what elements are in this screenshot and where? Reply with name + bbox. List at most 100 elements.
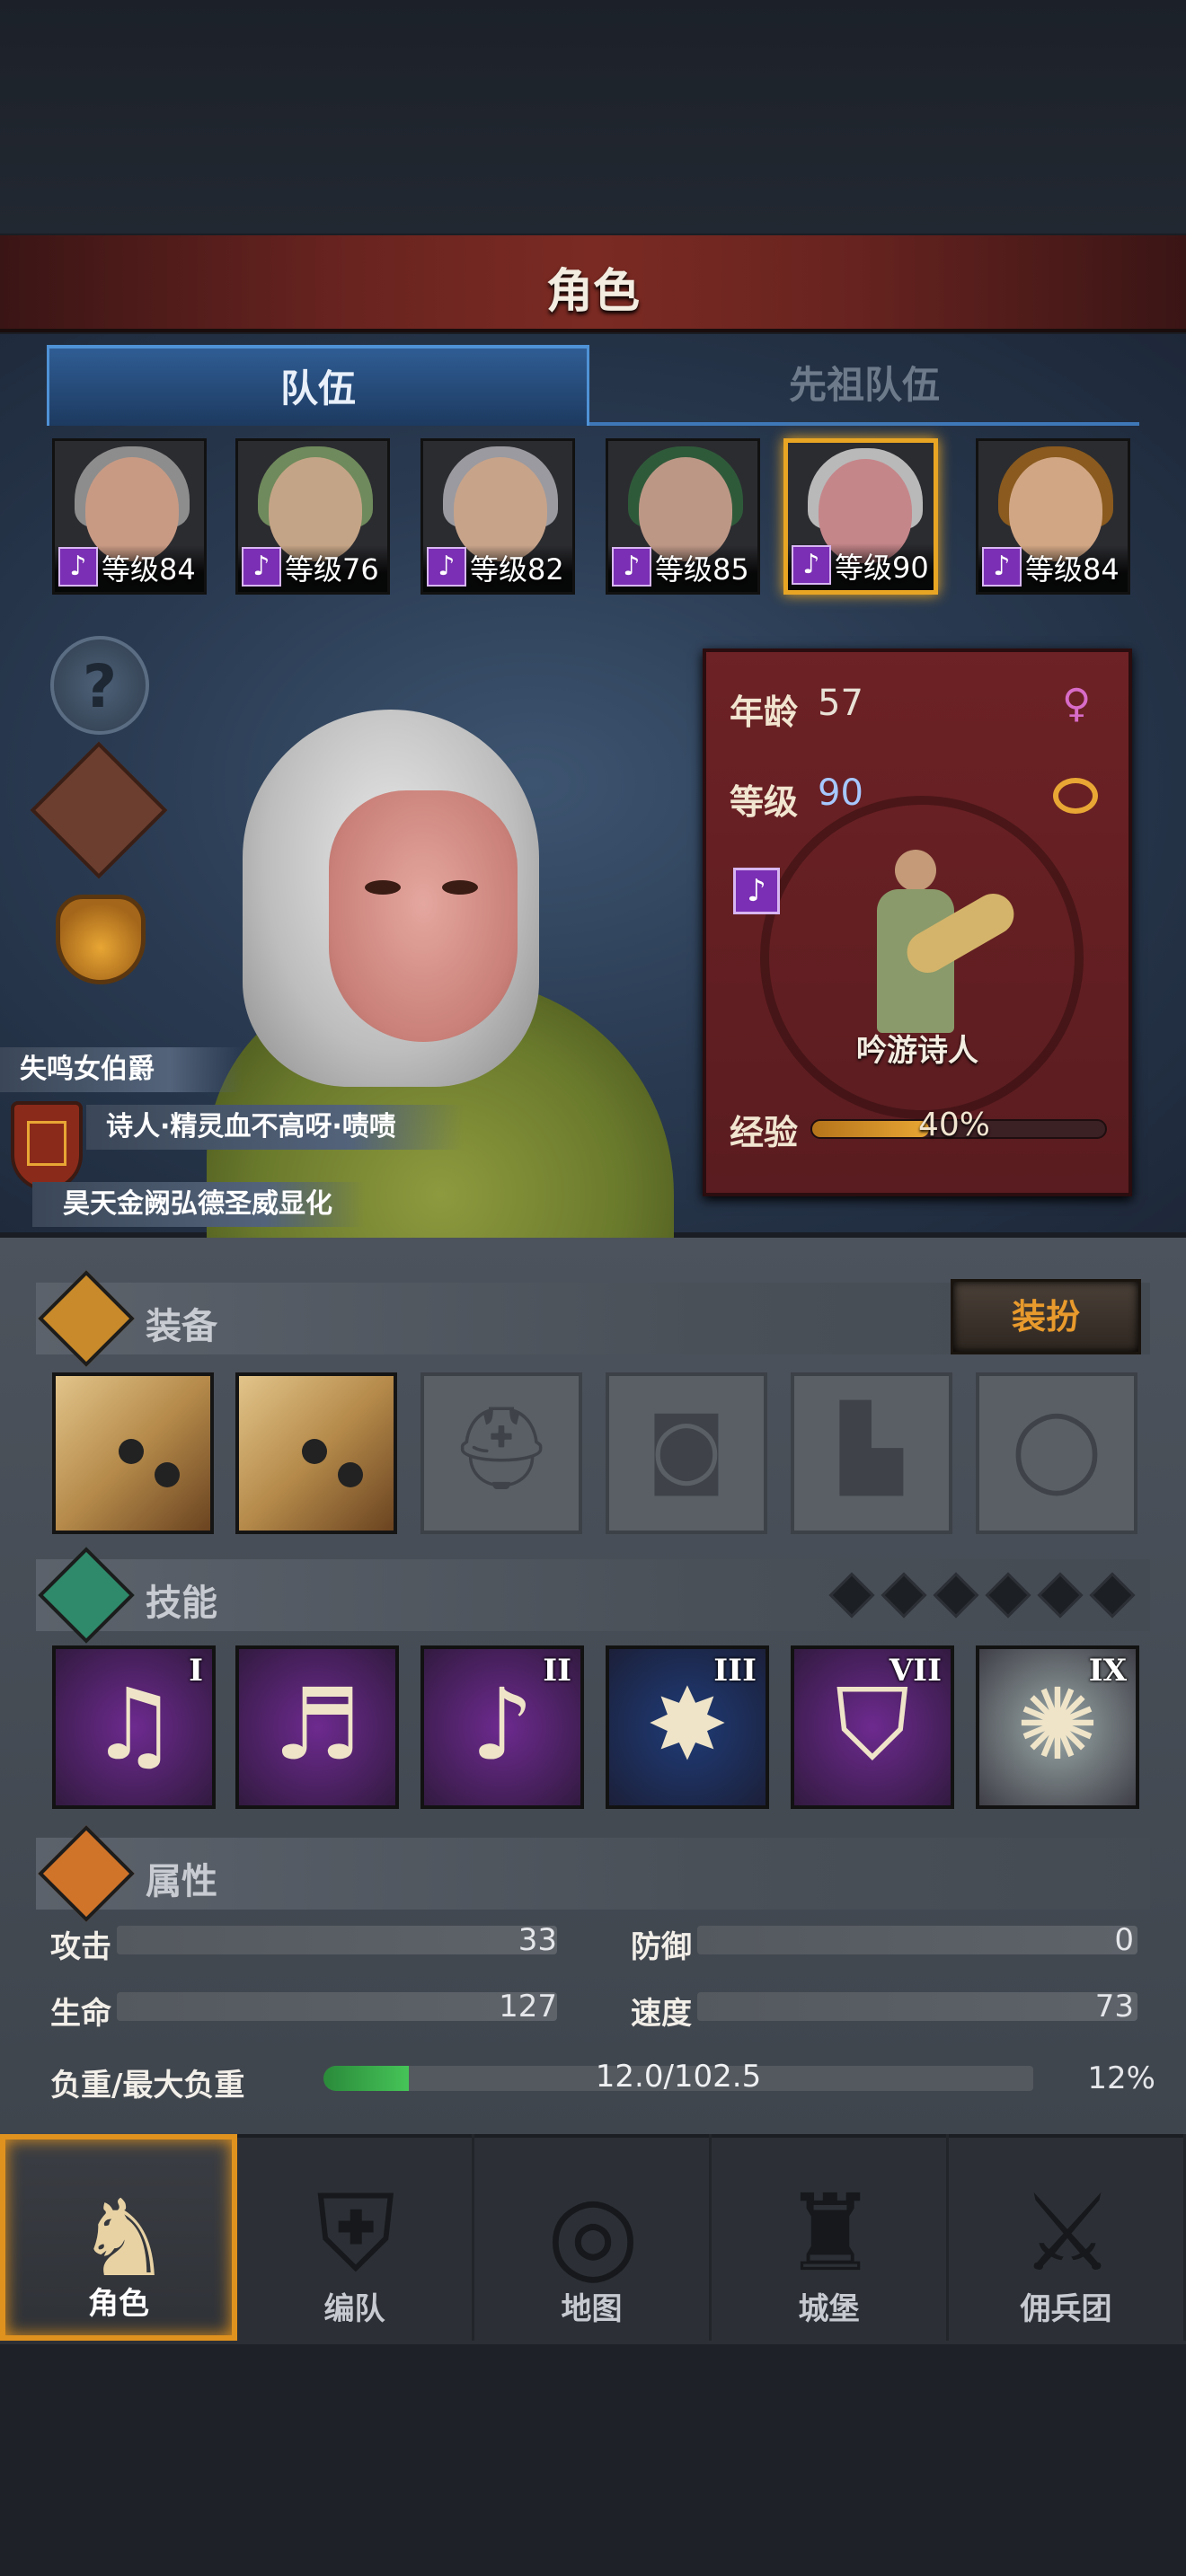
bard-class-icon: ♪ (982, 547, 1022, 587)
party-member-1[interactable]: ♪ 等级84 (52, 438, 207, 595)
party-member-6[interactable]: ♪ 等级84 (976, 438, 1130, 595)
exp-bar-fill (812, 1121, 930, 1137)
bard-class-icon: ♪ (58, 547, 98, 587)
castle-icon: ♜ (783, 2171, 878, 2295)
portrait-eye-left (365, 880, 401, 895)
load-label: 负重/最大负重 (50, 2068, 245, 2104)
dress-up-label: 装扮 (1011, 1297, 1080, 1337)
helmet-icon: ⛨ (315, 2171, 396, 2295)
skill-rank: II (543, 1653, 571, 1689)
nav-label: 城堡 (798, 2291, 860, 2327)
tab-ancestor-party[interactable]: 先祖队伍 (589, 345, 1139, 426)
exp-percent: 40% (918, 1107, 991, 1143)
party-member-4[interactable]: ♪ 等级85 (606, 438, 760, 595)
lute-hole-icon (338, 1462, 363, 1487)
equipment-slot-boots[interactable]: ▙ (791, 1372, 952, 1534)
skill-slot-3[interactable]: ♪ II (420, 1645, 584, 1809)
equipment-title: 装备 (146, 1306, 217, 1347)
bard-class-icon: ♪ (612, 547, 651, 587)
party-member-level: 等级76 (285, 552, 379, 587)
title-banner-2: 诗人·精灵血不高呀·啧啧 (86, 1105, 464, 1150)
nav-label: 角色 (88, 2286, 149, 2322)
equipment-slot-ring[interactable]: ◯ (976, 1372, 1137, 1534)
party-member-level: 等级85 (655, 552, 749, 587)
female-icon: ♀ (1062, 681, 1092, 727)
speed-value: 73 (1094, 1989, 1134, 2025)
bottom-background (0, 2344, 1186, 2576)
lute-icon (302, 1439, 327, 1464)
attributes-title: 属性 (146, 1861, 217, 1902)
nav-label: 地图 (561, 2291, 623, 2327)
nav-helmet[interactable]: ⛨ 编队 (237, 2134, 474, 2341)
speed-label: 速度 (631, 1996, 692, 2032)
nav-knight[interactable]: ♞ 角色 (0, 2134, 237, 2341)
defense-value: 0 (1114, 1922, 1134, 1958)
bard-class-icon: ♪ (242, 547, 281, 587)
equipment-slot-helmet[interactable]: ⛑ (420, 1372, 582, 1534)
skill-slot-4[interactable]: ✸ III (606, 1645, 769, 1809)
party-member-2[interactable]: ♪ 等级76 (235, 438, 390, 595)
bard-class-icon: ♪ (427, 547, 466, 587)
portrait-face (329, 790, 518, 1042)
party-member-level: 等级82 (470, 552, 564, 587)
portrait-eye-right (442, 880, 478, 895)
title-banner-3: 昊天金阙弘德圣威显化 (32, 1182, 365, 1227)
exp-label: 经验 (730, 1113, 799, 1152)
equipment-slot-weapon-1[interactable] (52, 1372, 214, 1534)
ring-icon: ◯ (1011, 1401, 1102, 1495)
page-title: 角色 (545, 265, 640, 319)
skill-rank: I (189, 1653, 203, 1689)
skill-icon: ♬ (272, 1667, 362, 1782)
bard-class-icon: ♪ (792, 545, 831, 585)
attack-value: 33 (518, 1922, 557, 1958)
top-background (0, 0, 1186, 234)
helmet-icon: ⛑ (449, 1401, 553, 1495)
party-member-level: 等级84 (1025, 552, 1120, 587)
attack-label: 攻击 (50, 1929, 111, 1965)
nav-compass-map[interactable]: ◎ 地图 (474, 2134, 712, 2341)
tab-party[interactable]: 队伍 (47, 345, 589, 426)
defense-label: 防御 (631, 1929, 692, 1965)
title-2-text: 诗人·精灵血不高呀·啧啧 (106, 1111, 396, 1142)
compass-map-icon: ◎ (546, 2171, 640, 2295)
hp-label: 生命 (50, 1996, 111, 2032)
title-3-text: 昊天金阙弘德圣威显化 (63, 1188, 332, 1220)
party-member-5[interactable]: ♪ 等级90 (783, 438, 938, 595)
help-icon[interactable]: ? (50, 636, 149, 735)
skill-slot-1[interactable]: ♫ I (52, 1645, 216, 1809)
hp-value: 127 (499, 1989, 557, 2025)
level-label: 等级 (730, 782, 799, 822)
party-member-level: 等级84 (102, 552, 196, 587)
mercenary-icon: ⚔ (1020, 2171, 1115, 2295)
potion-icon[interactable] (56, 895, 146, 984)
armor-icon: ◙ (647, 1401, 726, 1495)
skill-rank: VII (889, 1653, 942, 1689)
bard-figure (866, 850, 1022, 1038)
skill-slot-6[interactable]: ✺ IX (976, 1645, 1139, 1809)
title-banner-1: 失鸣女伯爵 (0, 1047, 243, 1092)
bard-class-icon: ♪ (733, 868, 780, 914)
nav-castle[interactable]: ♜ 城堡 (712, 2134, 949, 2341)
class-name: 吟游诗人 (856, 1033, 978, 1069)
equipment-slot-weapon-2[interactable] (235, 1372, 397, 1534)
skill-rank: III (713, 1653, 757, 1689)
skill-rank: IX (1088, 1653, 1127, 1689)
nav-mercenary[interactable]: ⚔ 佣兵团 (949, 2134, 1186, 2341)
nav-label: 编队 (323, 2291, 385, 2327)
level-value: 90 (818, 772, 863, 814)
dress-up-button[interactable]: 装扮 (951, 1279, 1141, 1354)
age-label: 年龄 (730, 693, 799, 732)
skill-slot-2[interactable]: ♬ (235, 1645, 399, 1809)
age-value: 57 (818, 683, 863, 724)
skill-slot-5[interactable]: ⛉ VII (791, 1645, 954, 1809)
character-portrait (207, 710, 674, 1248)
title-1-text: 失鸣女伯爵 (20, 1054, 155, 1085)
lute-icon (119, 1439, 144, 1464)
skills-title: 技能 (146, 1583, 217, 1624)
equipment-slot-armor[interactable]: ◙ (606, 1372, 767, 1534)
character-info-panel: 年龄 57 ♀ 等级 90 ♪ 吟游诗人 经验 40% (703, 648, 1132, 1196)
lute-hole-icon (155, 1462, 180, 1487)
load-percent: 12% (1087, 2060, 1155, 2096)
nav-label: 佣兵团 (1020, 2291, 1112, 2327)
party-member-3[interactable]: ♪ 等级82 (420, 438, 575, 595)
